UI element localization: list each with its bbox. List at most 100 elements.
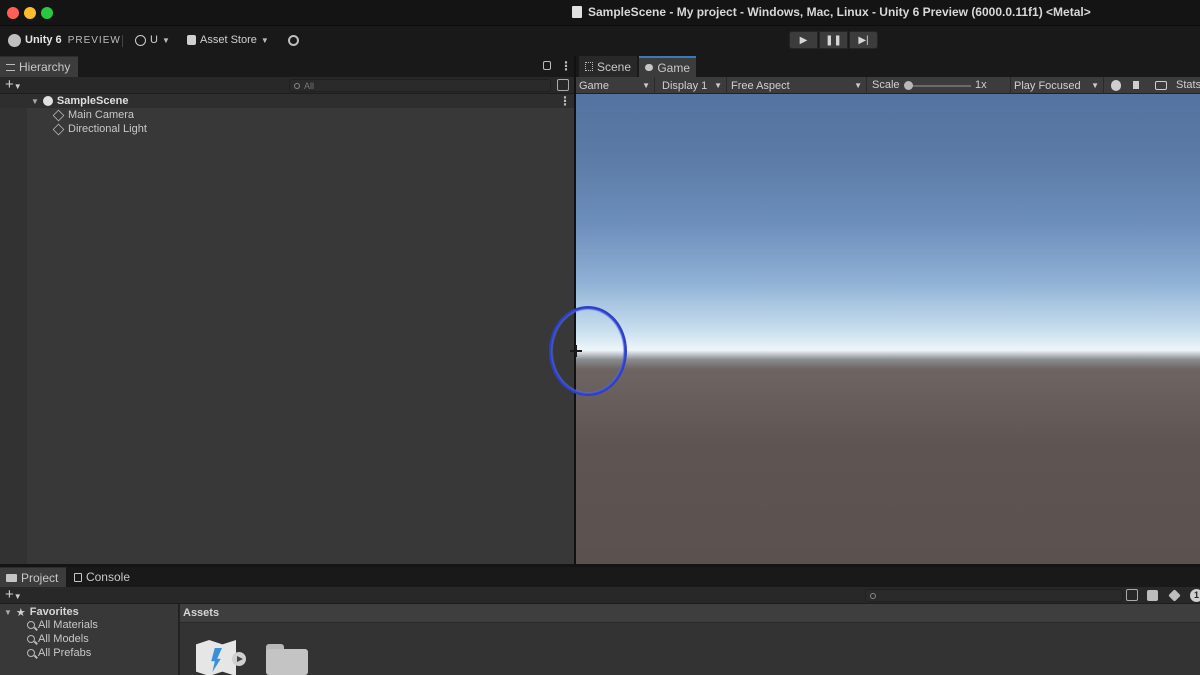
search-icon — [870, 592, 876, 599]
scene-root-row[interactable]: ▼ SampleScene ⋮ — [0, 94, 574, 108]
preview-tag: PREVIEW — [67, 34, 121, 46]
account-dropdown[interactable]: U ▼ — [135, 32, 170, 48]
hierarchy-item-directional-light[interactable]: Directional Light — [52, 122, 147, 136]
star-icon: ★ — [15, 606, 26, 619]
stats-button[interactable]: Stats — [1176, 79, 1200, 91]
asset-store-dropdown[interactable]: Asset Store ▼ — [187, 32, 269, 48]
hierarchy-gutter — [0, 94, 27, 564]
maximize-window-button[interactable] — [41, 7, 53, 19]
tab-game[interactable]: Game — [639, 56, 696, 77]
gameobject-cube-icon — [52, 109, 65, 121]
asset-store-label: Asset Store — [200, 34, 257, 46]
favorite-label: All Materials — [38, 619, 98, 631]
favorite-label: All Models — [38, 633, 89, 645]
search-icon — [27, 635, 35, 643]
assets-breadcrumb: Assets — [180, 604, 1200, 623]
toolbar-separator — [122, 35, 123, 47]
scene-more-menu-icon[interactable]: ⋮ — [559, 95, 571, 107]
assets-title[interactable]: Assets — [183, 607, 219, 619]
display-dropdown[interactable]: Display 1 ▼ — [659, 77, 727, 94]
tab-scene-label: Scene — [596, 59, 631, 74]
cursor-highlight-ring — [549, 306, 627, 396]
project-search-input[interactable] — [865, 589, 1123, 602]
favorite-all-models[interactable]: All Models — [27, 632, 89, 646]
game-mode-dropdown[interactable]: Game ▼ — [576, 77, 655, 94]
scene-name: SampleScene — [56, 95, 129, 107]
hierarchy-tab-bar: Hierarchy ⋮ — [0, 56, 574, 77]
scene-visibility-icon[interactable] — [557, 79, 569, 91]
bug-icon[interactable] — [1111, 80, 1121, 91]
create-asset-button[interactable]: +▼ — [5, 587, 22, 605]
hierarchy-item-label: Directional Light — [68, 123, 147, 135]
game-mode-value: Game — [579, 79, 609, 92]
create-object-button[interactable]: +▼ — [5, 77, 22, 95]
chevron-down-icon: ▼ — [714, 81, 722, 90]
search-by-type-icon[interactable] — [1126, 589, 1138, 601]
hierarchy-search-input[interactable]: All — [289, 79, 551, 92]
cloud-services-icon — [288, 34, 299, 46]
account-icon — [135, 34, 146, 46]
hierarchy-tree: ▼ SampleScene ⋮ Main Camera Directional … — [0, 94, 574, 564]
keyboard-icon[interactable] — [1155, 81, 1167, 90]
tab-scene[interactable]: Scene — [579, 56, 637, 77]
hierarchy-item-main-camera[interactable]: Main Camera — [52, 108, 135, 122]
search-icon — [27, 649, 35, 657]
filter-by-type-icon[interactable] — [1147, 590, 1158, 601]
favorites-pane: ▼ ★ Favorites All Materials All Models A… — [0, 604, 178, 675]
assets-pane: Assets — [180, 604, 1200, 675]
search-icon — [294, 82, 300, 89]
scale-label: Scale — [872, 79, 900, 91]
favorites-header[interactable]: ▼ ★ Favorites — [4, 605, 79, 619]
aspect-ratio-dropdown[interactable]: Free Aspect ▼ — [728, 77, 867, 94]
chevron-down-icon: ▼ — [642, 81, 650, 90]
play-button[interactable]: ▶ — [789, 31, 818, 49]
play-badge-icon — [232, 652, 246, 666]
aspect-ratio-value: Free Aspect — [731, 79, 790, 92]
lock-icon[interactable] — [543, 61, 551, 70]
display-value: Display 1 — [662, 79, 708, 92]
speaker-icon[interactable] — [1133, 81, 1139, 89]
play-mode-dropdown[interactable]: Play Focused ▼ — [1010, 77, 1104, 94]
pause-button[interactable]: ❚❚ — [819, 31, 848, 49]
close-window-button[interactable] — [7, 7, 19, 19]
game-viewport[interactable] — [576, 94, 1200, 564]
window-title: SampleScene - My project - Windows, Mac,… — [572, 5, 1091, 19]
main-toolbar: Unity 6 PREVIEW U ▼ Asset Store ▼ ▶ ❚❚ ▶… — [0, 26, 1200, 54]
hierarchy-item-label: Main Camera — [68, 109, 135, 121]
favorites-label: Favorites — [29, 606, 79, 618]
hierarchy-toolbar: +▼ All — [0, 77, 574, 94]
hierarchy-list-icon — [6, 63, 15, 71]
tab-hierarchy[interactable]: Hierarchy — [0, 56, 78, 77]
cloud-settings-button[interactable] — [288, 32, 299, 48]
favorite-label: All Prefabs — [38, 647, 92, 659]
folder-asset-icon[interactable] — [266, 644, 308, 675]
scale-slider-handle[interactable] — [904, 81, 913, 90]
tab-console[interactable]: Console — [68, 567, 136, 587]
gameobject-cube-icon — [52, 123, 65, 135]
scale-slider-track[interactable] — [909, 85, 971, 87]
gamepad-icon — [645, 64, 654, 71]
hidden-packages-count-badge[interactable]: 1 — [1190, 589, 1200, 602]
minimize-window-button[interactable] — [24, 7, 36, 19]
chevron-down-icon: ▼ — [854, 81, 862, 90]
step-button[interactable]: ▶| — [849, 31, 878, 49]
expand-triangle-icon[interactable]: ▼ — [4, 608, 12, 617]
tab-hierarchy-label: Hierarchy — [19, 60, 71, 74]
account-label: U — [150, 34, 158, 46]
hierarchy-search-placeholder: All — [304, 80, 315, 91]
search-icon — [27, 621, 35, 629]
scene-asset-thumbnail[interactable] — [196, 638, 246, 675]
console-icon — [74, 572, 82, 582]
game-view-toolbar: Game ▼ Display 1 ▼ Free Aspect ▼ Scale 1… — [576, 77, 1200, 94]
hierarchy-more-menu-icon[interactable]: ⋮ — [560, 60, 572, 72]
playback-controls: ▶ ❚❚ ▶| — [789, 31, 878, 49]
tab-project[interactable]: Project — [0, 567, 66, 587]
play-mode-value: Play Focused — [1014, 79, 1081, 92]
unity-scene-icon — [42, 96, 53, 106]
tab-project-label: Project — [21, 570, 59, 585]
unity-version-menu[interactable]: Unity 6 PREVIEW — [8, 32, 121, 48]
label-tag-icon[interactable] — [1168, 589, 1181, 602]
favorite-all-materials[interactable]: All Materials — [27, 618, 98, 632]
favorite-all-prefabs[interactable]: All Prefabs — [27, 646, 91, 660]
expand-triangle-icon[interactable]: ▼ — [31, 97, 39, 106]
